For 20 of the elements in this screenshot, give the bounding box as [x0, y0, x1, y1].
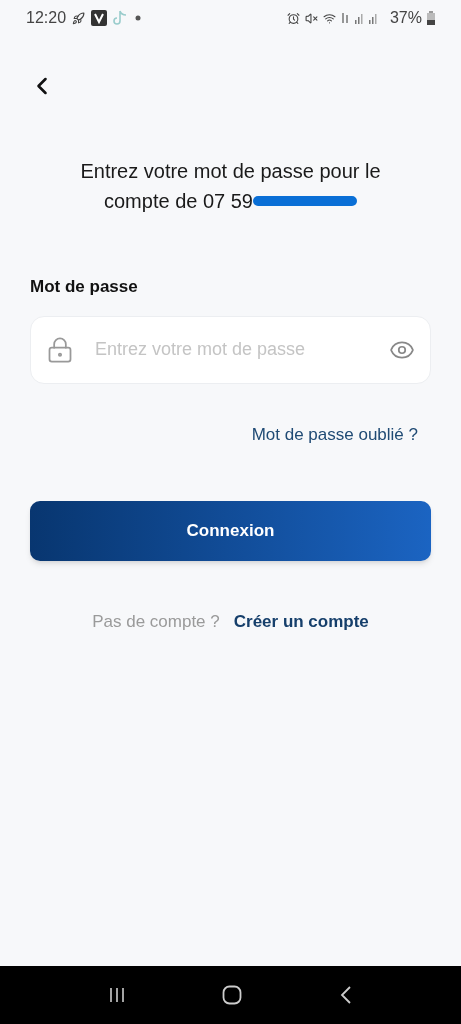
battery-percent: 37%: [389, 8, 422, 28]
battery-icon: [427, 11, 435, 25]
music-note-icon: [113, 10, 128, 26]
heading-text: compte de 07 59: [104, 189, 253, 214]
heading-text: Entrez votre mot de passe pour le: [80, 159, 381, 184]
home-icon[interactable]: [222, 985, 243, 1005]
wifi-icon: [322, 11, 336, 25]
login-button[interactable]: Connexion: [30, 501, 431, 561]
back-icon[interactable]: [338, 985, 353, 1005]
signup-link[interactable]: Créer un compte: [233, 609, 369, 635]
forgot-password-link[interactable]: Mot de passe oublié ?: [251, 421, 418, 447]
recent-apps-icon[interactable]: [108, 986, 127, 1004]
status-time: 12:20: [26, 8, 67, 28]
rocket-icon: [72, 11, 86, 25]
lock-icon: [46, 335, 74, 364]
alarm-icon: [286, 11, 300, 25]
mute-icon: [304, 11, 318, 25]
signup-prompt: Pas de compte ?: [92, 611, 220, 633]
field-label: Mot de passe: [30, 276, 139, 298]
password-field[interactable]: Entrez votre mot de passe: [30, 315, 431, 384]
